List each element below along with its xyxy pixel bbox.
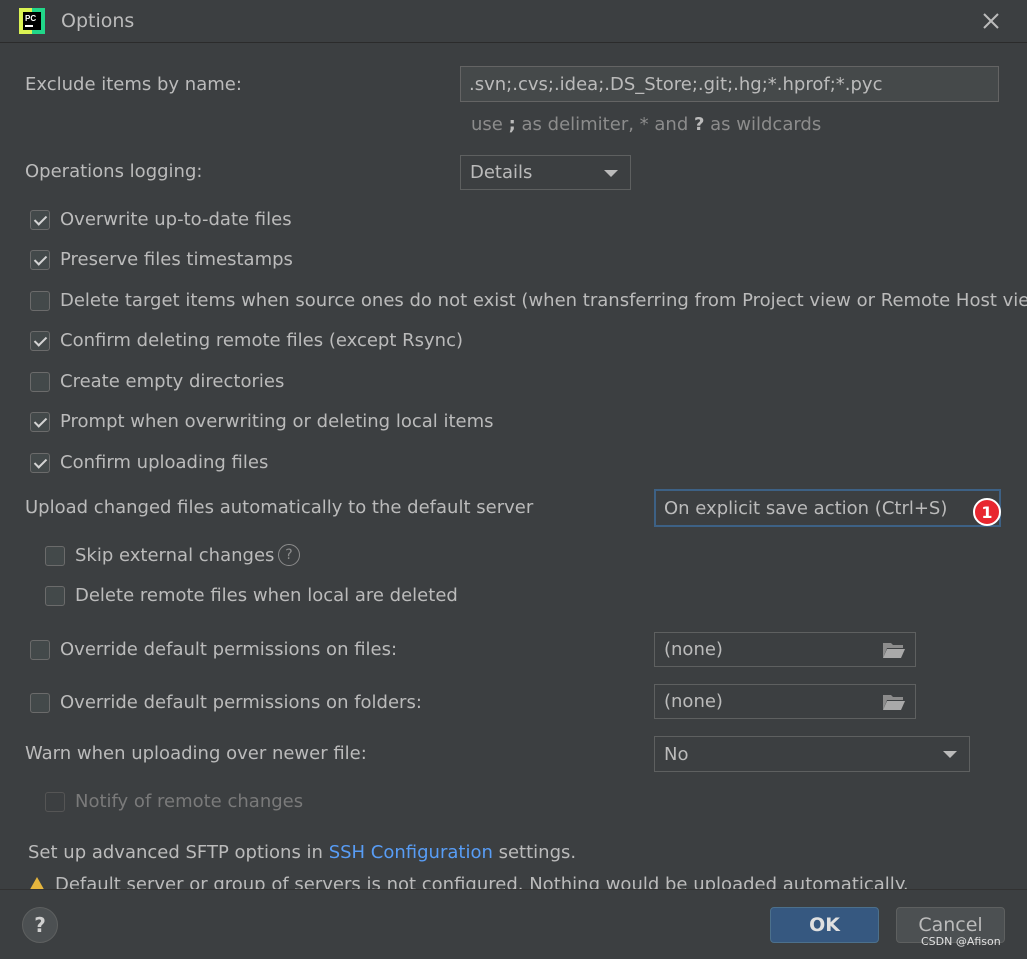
options-panel: Exclude items by name: .svn;.cvs;.idea;.… [0,44,1027,889]
dialog-title: Options [61,10,135,32]
hint-question: ? [693,114,705,135]
warn-newer-value: No [664,743,689,765]
upload-auto-value: On explicit save action (Ctrl+S) [664,497,948,519]
exclude-items-value: .svn;.cvs;.idea;.DS_Store;.git;.hg;*.hpr… [469,73,883,95]
title-bar: PC Options [0,0,1027,43]
create-empty-dirs-label[interactable]: Create empty directories [60,371,284,392]
notify-remote-checkbox [45,792,65,812]
sftp-suffix: settings. [492,842,577,863]
upload-auto-label: Upload changed files automatically to th… [25,497,534,518]
prompt-overwrite-label[interactable]: Prompt when overwriting or deleting loca… [60,411,494,432]
confirm-delete-remote-label[interactable]: Confirm deleting remote files (except Rs… [60,330,463,351]
preserve-timestamps-label[interactable]: Preserve files timestamps [60,249,293,270]
hint-prefix: use [471,114,509,135]
hint-semicolon: ; [508,114,516,135]
files-permissions-field[interactable]: (none) [654,632,916,667]
folders-permissions-field[interactable]: (none) [654,684,916,719]
override-folders-perm-checkbox[interactable] [30,693,50,713]
sftp-info-text: Set up advanced SFTP options in SSH Conf… [28,842,576,863]
exclude-items-label: Exclude items by name: [25,74,242,95]
warn-newer-label: Warn when uploading over newer file: [25,743,367,764]
chevron-down-icon [604,169,618,177]
upload-auto-dropdown[interactable]: On explicit save action (Ctrl+S) [654,489,1001,527]
confirm-uploading-checkbox[interactable] [30,453,50,473]
ssh-configuration-link[interactable]: SSH Configuration [329,842,493,863]
overwrite-checkbox[interactable] [30,210,50,230]
operations-logging-value: Details [470,162,533,183]
warn-newer-dropdown[interactable]: No [654,736,970,772]
pycharm-icon: PC [19,8,45,34]
folder-open-icon[interactable] [882,640,906,660]
annotation-badge: 1 [973,498,1001,526]
hint-suffix: as wildcards [704,114,822,135]
close-icon[interactable] [978,8,1004,34]
dialog-footer: ? OK Cancel [0,889,1027,959]
skip-external-label[interactable]: Skip external changes [75,545,274,566]
create-empty-dirs-checkbox[interactable] [30,372,50,392]
warning-message: Default server or group of servers is no… [55,874,909,889]
files-permissions-value: (none) [664,639,723,660]
watermark: CSDN @Afison [921,935,1001,948]
svg-text:PC: PC [25,14,36,23]
warning-icon [28,877,46,889]
hint-middle: as delimiter, * and [515,114,694,135]
delete-target-checkbox[interactable] [30,291,50,311]
help-icon[interactable]: ? [278,544,300,566]
override-files-perm-label[interactable]: Override default permissions on files: [60,639,397,660]
override-folders-perm-label[interactable]: Override default permissions on folders: [60,692,422,713]
override-files-perm-checkbox[interactable] [30,640,50,660]
help-button[interactable]: ? [22,907,58,943]
preserve-timestamps-checkbox[interactable] [30,250,50,270]
operations-logging-label: Operations logging: [25,161,203,182]
confirm-delete-remote-checkbox[interactable] [30,331,50,351]
exclude-items-input[interactable]: .svn;.cvs;.idea;.DS_Store;.git;.hg;*.hpr… [460,66,999,102]
overwrite-label[interactable]: Overwrite up-to-date files [60,209,292,230]
delete-target-label[interactable]: Delete target items when source ones do … [60,290,1027,311]
folder-open-icon[interactable] [882,692,906,712]
confirm-uploading-label[interactable]: Confirm uploading files [60,452,268,473]
skip-external-checkbox[interactable] [45,546,65,566]
notify-remote-label: Notify of remote changes [75,791,304,812]
sftp-prefix: Set up advanced SFTP options in [28,842,329,863]
chevron-down-icon [943,751,957,758]
operations-logging-dropdown[interactable]: Details [460,155,631,190]
delete-remote-label[interactable]: Delete remote files when local are delet… [75,585,458,606]
ok-button[interactable]: OK [770,907,879,943]
prompt-overwrite-checkbox[interactable] [30,412,50,432]
delete-remote-checkbox[interactable] [45,586,65,606]
folders-permissions-value: (none) [664,691,723,712]
exclude-hint: use ; as delimiter, * and ? as wildcards [471,114,821,135]
